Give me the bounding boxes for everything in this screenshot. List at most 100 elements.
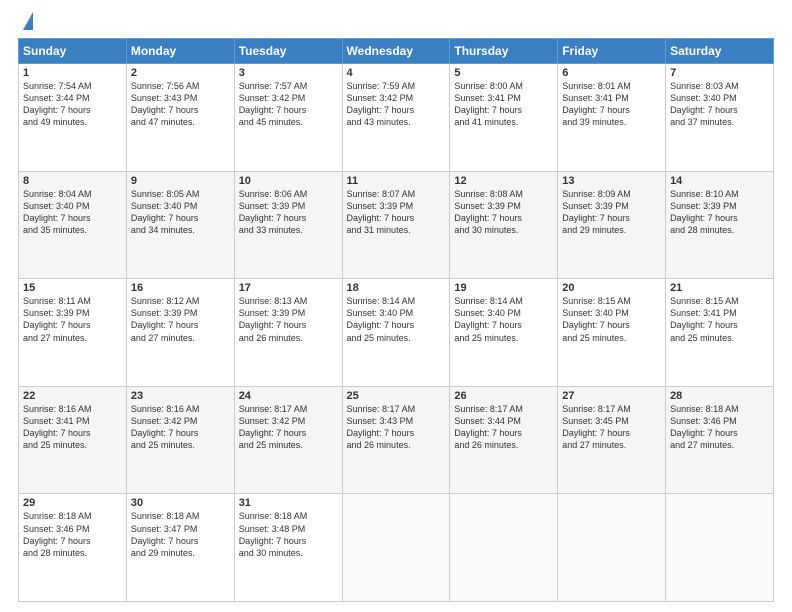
day-info: Sunrise: 8:17 AM Sunset: 3:43 PM Dayligh… [347,403,446,452]
day-number: 27 [562,390,661,402]
day-info: Sunrise: 8:15 AM Sunset: 3:41 PM Dayligh… [670,295,769,344]
day-number: 31 [239,497,338,509]
day-number: 4 [347,67,446,79]
day-number: 14 [670,175,769,187]
day-number: 18 [347,282,446,294]
header-cell-sunday: Sunday [19,39,127,64]
day-info: Sunrise: 8:05 AM Sunset: 3:40 PM Dayligh… [131,188,230,237]
day-cell [666,494,774,602]
day-number: 8 [23,175,122,187]
header-cell-saturday: Saturday [666,39,774,64]
day-cell: 7Sunrise: 8:03 AM Sunset: 3:40 PM Daylig… [666,64,774,172]
day-info: Sunrise: 8:04 AM Sunset: 3:40 PM Dayligh… [23,188,122,237]
day-cell: 22Sunrise: 8:16 AM Sunset: 3:41 PM Dayli… [19,386,127,494]
header-cell-wednesday: Wednesday [342,39,450,64]
day-cell: 1Sunrise: 7:54 AM Sunset: 3:44 PM Daylig… [19,64,127,172]
day-info: Sunrise: 8:03 AM Sunset: 3:40 PM Dayligh… [670,80,769,129]
day-cell: 12Sunrise: 8:08 AM Sunset: 3:39 PM Dayli… [450,171,558,279]
day-cell: 24Sunrise: 8:17 AM Sunset: 3:42 PM Dayli… [234,386,342,494]
day-cell [342,494,450,602]
day-number: 24 [239,390,338,402]
day-number: 5 [454,67,553,79]
calendar-header: SundayMondayTuesdayWednesdayThursdayFrid… [19,39,774,64]
header-row: SundayMondayTuesdayWednesdayThursdayFrid… [19,39,774,64]
day-info: Sunrise: 7:56 AM Sunset: 3:43 PM Dayligh… [131,80,230,129]
week-row-4: 22Sunrise: 8:16 AM Sunset: 3:41 PM Dayli… [19,386,774,494]
day-info: Sunrise: 8:13 AM Sunset: 3:39 PM Dayligh… [239,295,338,344]
header-cell-thursday: Thursday [450,39,558,64]
day-number: 21 [670,282,769,294]
week-row-2: 8Sunrise: 8:04 AM Sunset: 3:40 PM Daylig… [19,171,774,279]
logo [18,16,33,30]
day-cell [558,494,666,602]
day-number: 13 [562,175,661,187]
day-info: Sunrise: 8:18 AM Sunset: 3:46 PM Dayligh… [670,403,769,452]
calendar-body: 1Sunrise: 7:54 AM Sunset: 3:44 PM Daylig… [19,64,774,602]
day-cell: 11Sunrise: 8:07 AM Sunset: 3:39 PM Dayli… [342,171,450,279]
day-cell: 8Sunrise: 8:04 AM Sunset: 3:40 PM Daylig… [19,171,127,279]
day-cell: 28Sunrise: 8:18 AM Sunset: 3:46 PM Dayli… [666,386,774,494]
day-info: Sunrise: 8:01 AM Sunset: 3:41 PM Dayligh… [562,80,661,129]
day-cell: 29Sunrise: 8:18 AM Sunset: 3:46 PM Dayli… [19,494,127,602]
page: SundayMondayTuesdayWednesdayThursdayFrid… [0,0,792,612]
day-cell: 6Sunrise: 8:01 AM Sunset: 3:41 PM Daylig… [558,64,666,172]
week-row-3: 15Sunrise: 8:11 AM Sunset: 3:39 PM Dayli… [19,279,774,387]
day-cell: 5Sunrise: 8:00 AM Sunset: 3:41 PM Daylig… [450,64,558,172]
week-row-5: 29Sunrise: 8:18 AM Sunset: 3:46 PM Dayli… [19,494,774,602]
day-number: 29 [23,497,122,509]
day-cell: 17Sunrise: 8:13 AM Sunset: 3:39 PM Dayli… [234,279,342,387]
day-info: Sunrise: 7:54 AM Sunset: 3:44 PM Dayligh… [23,80,122,129]
day-number: 19 [454,282,553,294]
day-cell: 19Sunrise: 8:14 AM Sunset: 3:40 PM Dayli… [450,279,558,387]
day-number: 6 [562,67,661,79]
day-number: 10 [239,175,338,187]
day-info: Sunrise: 8:18 AM Sunset: 3:46 PM Dayligh… [23,510,122,559]
day-info: Sunrise: 8:17 AM Sunset: 3:45 PM Dayligh… [562,403,661,452]
day-number: 30 [131,497,230,509]
day-cell: 13Sunrise: 8:09 AM Sunset: 3:39 PM Dayli… [558,171,666,279]
day-cell: 2Sunrise: 7:56 AM Sunset: 3:43 PM Daylig… [126,64,234,172]
day-info: Sunrise: 8:14 AM Sunset: 3:40 PM Dayligh… [347,295,446,344]
day-info: Sunrise: 8:06 AM Sunset: 3:39 PM Dayligh… [239,188,338,237]
day-number: 3 [239,67,338,79]
day-number: 1 [23,67,122,79]
day-number: 23 [131,390,230,402]
day-cell: 20Sunrise: 8:15 AM Sunset: 3:40 PM Dayli… [558,279,666,387]
day-cell: 25Sunrise: 8:17 AM Sunset: 3:43 PM Dayli… [342,386,450,494]
day-cell [450,494,558,602]
day-number: 25 [347,390,446,402]
day-cell: 14Sunrise: 8:10 AM Sunset: 3:39 PM Dayli… [666,171,774,279]
day-number: 7 [670,67,769,79]
day-info: Sunrise: 8:16 AM Sunset: 3:42 PM Dayligh… [131,403,230,452]
day-cell: 30Sunrise: 8:18 AM Sunset: 3:47 PM Dayli… [126,494,234,602]
day-number: 28 [670,390,769,402]
day-number: 26 [454,390,553,402]
day-info: Sunrise: 8:17 AM Sunset: 3:42 PM Dayligh… [239,403,338,452]
day-info: Sunrise: 7:59 AM Sunset: 3:42 PM Dayligh… [347,80,446,129]
calendar-table: SundayMondayTuesdayWednesdayThursdayFrid… [18,38,774,602]
day-cell: 31Sunrise: 8:18 AM Sunset: 3:48 PM Dayli… [234,494,342,602]
day-info: Sunrise: 7:57 AM Sunset: 3:42 PM Dayligh… [239,80,338,129]
day-info: Sunrise: 8:18 AM Sunset: 3:48 PM Dayligh… [239,510,338,559]
day-cell: 16Sunrise: 8:12 AM Sunset: 3:39 PM Dayli… [126,279,234,387]
day-info: Sunrise: 8:08 AM Sunset: 3:39 PM Dayligh… [454,188,553,237]
day-cell: 23Sunrise: 8:16 AM Sunset: 3:42 PM Dayli… [126,386,234,494]
day-number: 2 [131,67,230,79]
day-info: Sunrise: 8:16 AM Sunset: 3:41 PM Dayligh… [23,403,122,452]
header-cell-friday: Friday [558,39,666,64]
header-cell-monday: Monday [126,39,234,64]
day-info: Sunrise: 8:07 AM Sunset: 3:39 PM Dayligh… [347,188,446,237]
day-info: Sunrise: 8:14 AM Sunset: 3:40 PM Dayligh… [454,295,553,344]
week-row-1: 1Sunrise: 7:54 AM Sunset: 3:44 PM Daylig… [19,64,774,172]
day-info: Sunrise: 8:00 AM Sunset: 3:41 PM Dayligh… [454,80,553,129]
day-cell: 21Sunrise: 8:15 AM Sunset: 3:41 PM Dayli… [666,279,774,387]
header-cell-tuesday: Tuesday [234,39,342,64]
day-info: Sunrise: 8:15 AM Sunset: 3:40 PM Dayligh… [562,295,661,344]
day-number: 20 [562,282,661,294]
day-number: 16 [131,282,230,294]
day-cell: 26Sunrise: 8:17 AM Sunset: 3:44 PM Dayli… [450,386,558,494]
day-cell: 27Sunrise: 8:17 AM Sunset: 3:45 PM Dayli… [558,386,666,494]
day-info: Sunrise: 8:11 AM Sunset: 3:39 PM Dayligh… [23,295,122,344]
day-number: 12 [454,175,553,187]
day-cell: 9Sunrise: 8:05 AM Sunset: 3:40 PM Daylig… [126,171,234,279]
